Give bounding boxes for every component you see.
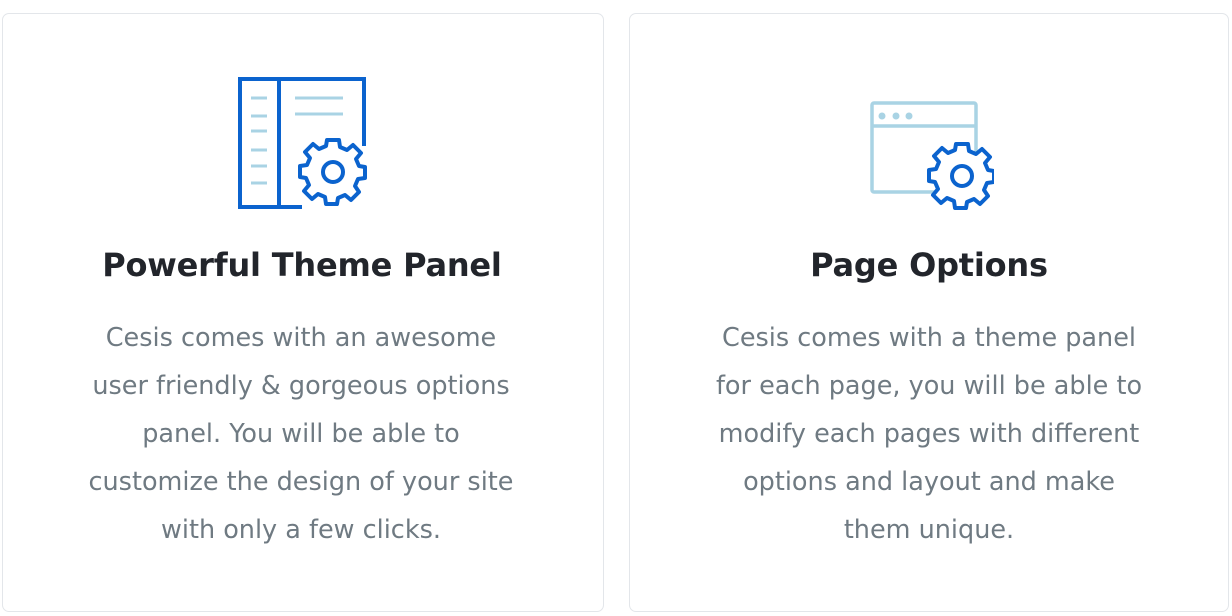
description-line: Cesis comes with a theme panel	[722, 323, 1136, 353]
description-line: user friendly & gorgeous options	[92, 371, 510, 401]
browser-window-gear-icon	[870, 101, 994, 210]
description-line: with only a few clicks.	[161, 515, 441, 545]
feature-description: Cesis comes with a theme panel for each …	[630, 314, 1228, 554]
description-line: them unique.	[843, 515, 1015, 545]
description-line: for each page, you will be able to	[715, 371, 1143, 401]
feature-title: Powerful Theme Panel	[102, 246, 502, 284]
feature-card-page-options: Page Options Cesis comes with a theme pa…	[629, 13, 1229, 612]
description-line: options and layout and make	[743, 467, 1115, 497]
description-line: modify each pages with different	[718, 419, 1140, 449]
feature-description: Cesis comes with an awesome user friendl…	[0, 314, 603, 554]
description-line: customize the design of your site	[88, 467, 514, 497]
description-line: Cesis comes with an awesome	[105, 323, 497, 353]
description-line: panel. You will be able to	[142, 419, 460, 449]
theme-panel-gear-icon	[238, 77, 367, 209]
feature-card-theme-panel: Powerful Theme Panel Cesis comes with an…	[2, 13, 604, 612]
feature-title: Page Options	[810, 246, 1048, 284]
